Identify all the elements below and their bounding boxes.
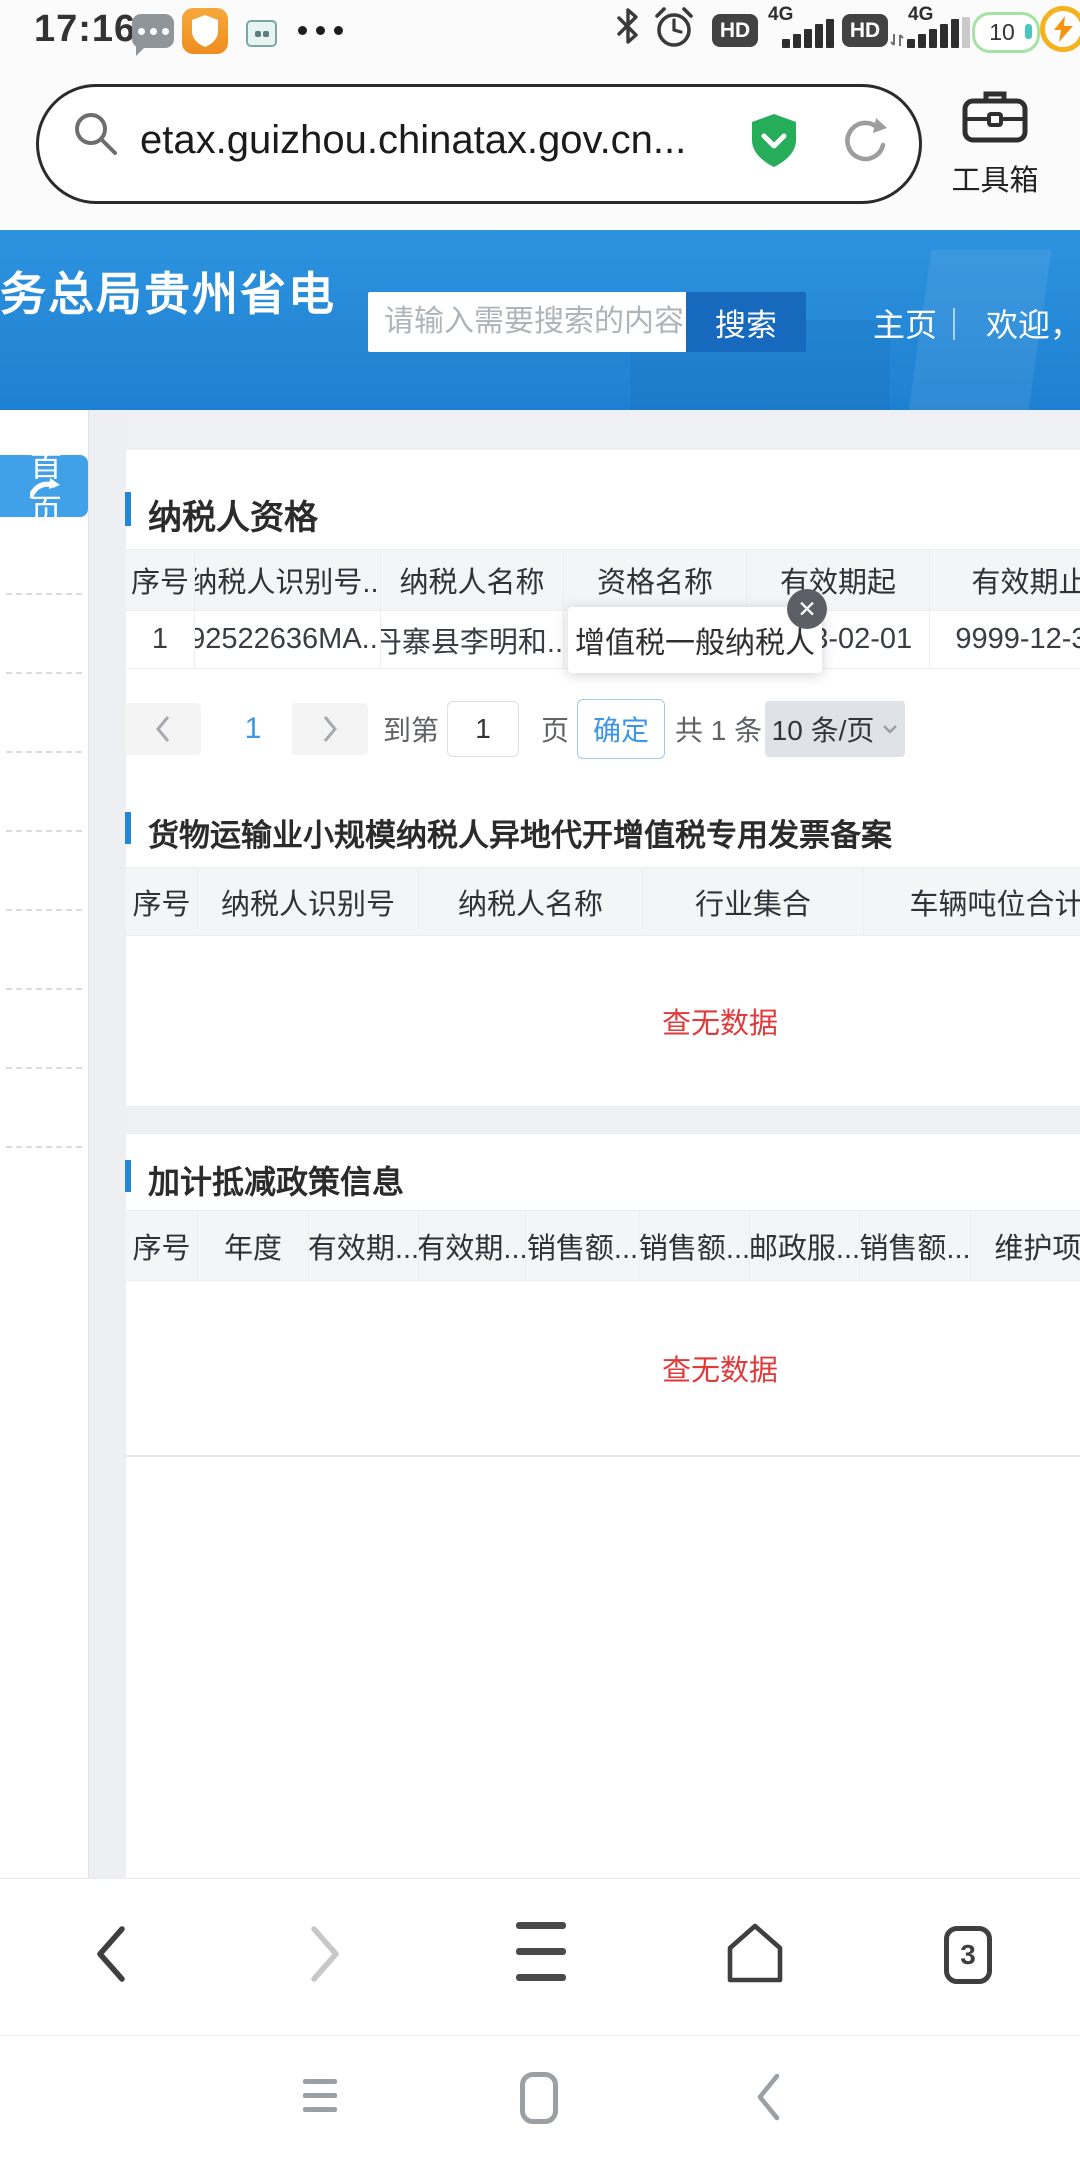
pagination-total: 共 1 条 bbox=[675, 703, 762, 755]
column-header: 车辆吨位合计 bbox=[864, 868, 1080, 936]
charging-icon bbox=[1040, 6, 1080, 52]
nav-home-link[interactable]: 主页 bbox=[873, 300, 937, 346]
chevron-down-icon bbox=[882, 724, 898, 734]
column-header: 序号 bbox=[126, 868, 198, 936]
pagination-prev-button[interactable] bbox=[125, 703, 201, 755]
sidebar-item-home[interactable]: 首页 bbox=[0, 455, 88, 517]
column-header: 有效期止 bbox=[930, 550, 1080, 611]
column-header: 纳税人识别号 bbox=[198, 868, 419, 936]
column-header: 销售额... bbox=[640, 1211, 750, 1281]
section-accent-bar bbox=[125, 812, 131, 844]
system-home-button[interactable] bbox=[520, 2072, 558, 2124]
hd-badge-1: HD bbox=[712, 14, 758, 47]
empty-data-message: 查无数据 bbox=[125, 1280, 1080, 1456]
column-header: 序号 bbox=[126, 550, 195, 611]
url-text[interactable]: etax.guizhou.chinatax.gov.cn... bbox=[140, 118, 686, 163]
bluetooth-icon bbox=[616, 8, 640, 49]
column-header: 资格名称 bbox=[564, 550, 747, 611]
column-header: 有效期起 bbox=[747, 550, 930, 611]
column-header: 行业集合 bbox=[643, 868, 864, 936]
browser-forward-button[interactable] bbox=[308, 1924, 342, 1989]
pagination-current-page[interactable]: 1 bbox=[232, 703, 274, 755]
section-accent-bar bbox=[125, 1160, 131, 1192]
alarm-clock-icon bbox=[652, 5, 696, 54]
browser-tabs-button[interactable]: 3 bbox=[944, 1926, 992, 1984]
status-time: 17:16 bbox=[34, 8, 136, 51]
site-search-button[interactable]: 搜索 bbox=[686, 292, 806, 352]
page-size-dropdown[interactable]: 10 条/页 bbox=[765, 701, 905, 757]
home-swoosh-icon bbox=[30, 473, 60, 510]
sidebar-divider bbox=[6, 593, 82, 595]
site-search-input[interactable] bbox=[368, 292, 686, 352]
browser-menu-button[interactable] bbox=[516, 1922, 566, 1981]
table-row: 1 bbox=[126, 611, 195, 669]
column-header: 年度 bbox=[198, 1211, 309, 1281]
signal-bars-2: 4G bbox=[890, 4, 966, 48]
column-header: 有效期... bbox=[309, 1211, 419, 1281]
freight-transport-table: 序号 纳税人识别号 纳税人名称 行业集合 车辆吨位合计 bbox=[125, 867, 1080, 936]
sidebar-divider bbox=[6, 909, 82, 911]
column-header: 维护项... bbox=[971, 1211, 1080, 1281]
column-header: 纳税人名称 bbox=[419, 868, 643, 936]
toolbox-icon bbox=[961, 133, 1029, 150]
table-row: 丹寨县李明和... bbox=[381, 611, 564, 669]
browser-top-area: 17:16 HD 4G HD 4G 10 etax.guizho bbox=[0, 0, 1080, 230]
sidebar-divider bbox=[6, 830, 82, 832]
sidebar-divider bbox=[6, 1146, 82, 1148]
search-icon bbox=[70, 108, 122, 165]
pagination-goto-prefix: 到第 bbox=[383, 703, 439, 755]
misc-notification-icon bbox=[246, 20, 277, 47]
site-title: 务总局贵州省电 bbox=[0, 258, 336, 324]
content-top-gap bbox=[125, 410, 1080, 450]
refresh-icon[interactable] bbox=[838, 116, 890, 173]
browser-back-button[interactable] bbox=[94, 1924, 128, 1989]
table-row: 92522636MA... bbox=[195, 611, 381, 669]
column-header: 纳税人名称 bbox=[381, 550, 564, 611]
section-accent-bar bbox=[125, 492, 131, 526]
toolbox-button[interactable]: 工具箱 bbox=[940, 86, 1050, 216]
message-notification-icon bbox=[132, 14, 174, 48]
sidebar-divider bbox=[6, 751, 82, 753]
column-header: 有效期... bbox=[419, 1211, 526, 1281]
additional-deduction-table: 序号 年度 有效期... 有效期... 销售额... 销售额... 邮政服...… bbox=[125, 1210, 1080, 1281]
section-title-additional-deduction: 加计抵减政策信息 bbox=[148, 1157, 404, 1203]
page-size-value: 10 条/页 bbox=[772, 709, 875, 749]
sidebar-divider bbox=[6, 1067, 82, 1069]
nav-separator: ｜ bbox=[938, 300, 970, 346]
column-header: 销售额... bbox=[860, 1211, 971, 1281]
section-title-taxpayer-qualification: 纳税人资格 bbox=[148, 490, 318, 539]
column-header: 邮政服... bbox=[750, 1211, 860, 1281]
more-notifications-icon bbox=[298, 26, 343, 35]
toolbox-label: 工具箱 bbox=[940, 157, 1050, 199]
empty-data-message: 查无数据 bbox=[125, 935, 1080, 1106]
browser-home-button[interactable] bbox=[726, 1922, 784, 1989]
column-header: 纳税人识别号... bbox=[195, 550, 381, 611]
pagination-confirm-button[interactable]: 确定 bbox=[577, 699, 665, 759]
column-header: 序号 bbox=[126, 1211, 198, 1281]
hd-badge-2: HD bbox=[842, 14, 888, 47]
qualification-tooltip: 增值税一般纳税人 bbox=[568, 607, 822, 673]
section-title-freight-transport: 货物运输业小规模纳税人异地代开增值税专用发票备案 bbox=[148, 810, 892, 855]
sidebar-divider bbox=[6, 672, 82, 674]
system-recents-button[interactable] bbox=[303, 2079, 337, 2112]
pagination-next-button[interactable] bbox=[292, 703, 368, 755]
table-row: 9999-12-31 bbox=[930, 611, 1080, 669]
column-header: 销售额... bbox=[526, 1211, 640, 1281]
battery-level: 10 bbox=[989, 19, 1015, 46]
sidebar-divider bbox=[6, 988, 82, 990]
tooltip-close-button[interactable]: ✕ bbox=[787, 589, 827, 629]
welcome-text: 欢迎，丹 bbox=[986, 300, 1080, 346]
site-header: 务总局贵州省电 搜索 主页 ｜ 欢迎，丹 bbox=[0, 230, 1080, 410]
system-back-button[interactable] bbox=[754, 2072, 782, 2127]
security-app-notification-icon bbox=[182, 8, 228, 54]
panel-gap bbox=[125, 1106, 1080, 1134]
pagination-goto-suffix: 页 bbox=[541, 703, 569, 755]
sidebar-divider-strip bbox=[88, 410, 126, 1878]
security-shield-icon[interactable] bbox=[748, 112, 800, 175]
battery-indicator: 10 bbox=[972, 12, 1040, 53]
signal-bars-1: 4G bbox=[768, 4, 844, 48]
pagination-goto-input[interactable] bbox=[447, 701, 519, 757]
